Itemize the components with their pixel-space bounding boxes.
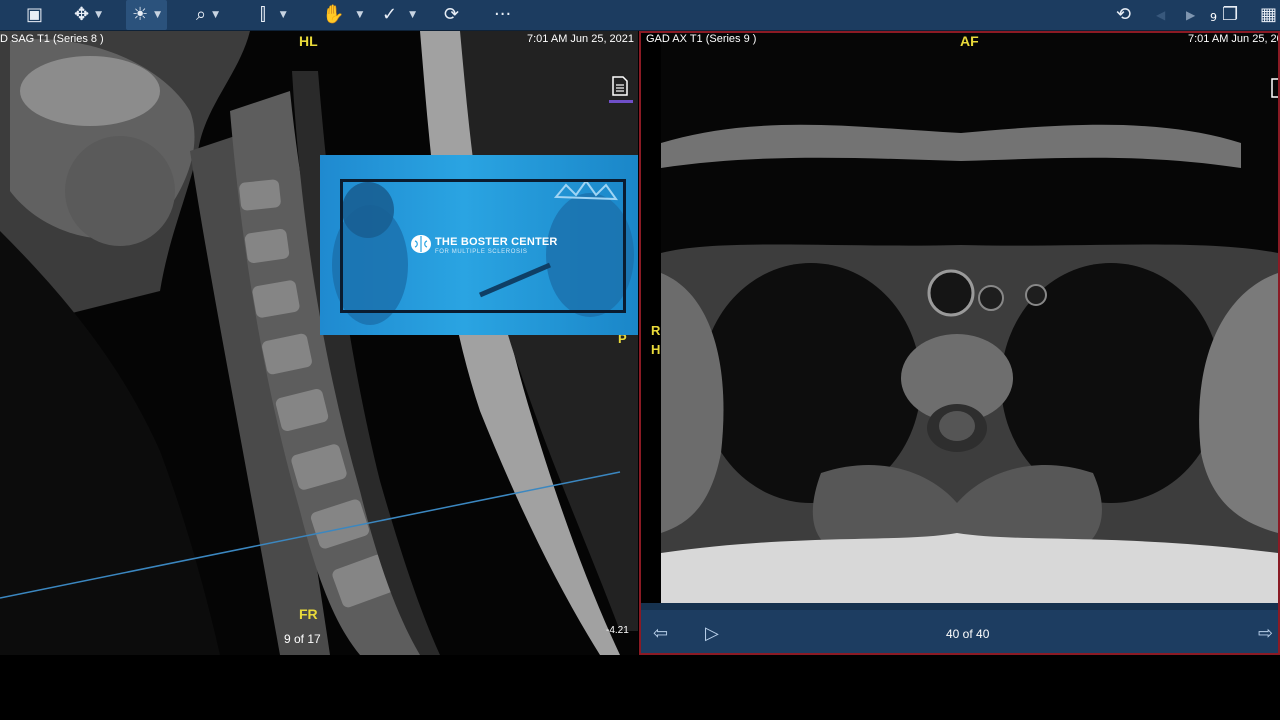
study-timestamp: 7:01 AM Jun 25, 20 — [1188, 33, 1280, 45]
link-sync-icon: ⟳ — [444, 4, 460, 25]
sponsor-subtitle: FOR MULTIPLE SCLEROSIS — [435, 249, 528, 255]
play-icon[interactable]: ▷ — [705, 623, 719, 644]
chevron-down-icon[interactable]: ▼ — [280, 10, 287, 20]
report-indicator-bar — [609, 100, 633, 103]
series-stack-tool-button[interactable]: ❐ — [1222, 0, 1238, 30]
slice-counter: 9 of 17 — [284, 632, 321, 646]
pan-arrows-icon: ✥ — [74, 4, 90, 25]
magnifier-icon: ⌕ — [196, 4, 207, 25]
arrow-left-icon[interactable]: ⇦ — [653, 623, 668, 644]
study-timestamp: 7:01 AM Jun 25, 2021 — [527, 33, 635, 45]
measure-tool-button[interactable]: ⫿ ▼ — [260, 0, 287, 30]
slice-counter: 40 of 40 — [946, 627, 990, 641]
series-label: D SAG T1 (Series 8 ) — [0, 33, 104, 45]
chevron-down-icon[interactable]: ▼ — [409, 10, 416, 20]
save-export-icon: ▣ — [26, 4, 44, 25]
check-tool-button[interactable]: ✓ ▼ — [382, 0, 416, 30]
report-document-icon[interactable] — [1271, 78, 1280, 98]
orientation-top: AF — [960, 33, 979, 49]
refresh-icon: ⟲ — [1116, 4, 1132, 25]
export-tool-button[interactable]: ▣ — [26, 0, 43, 30]
slice-navigation-bar: ⇦ ▷ 40 of 40 ⇨ — [641, 603, 1278, 653]
stack-icon: ❐ — [1222, 4, 1239, 25]
sync-tool-button[interactable]: ⟳ — [444, 0, 459, 30]
sponsor-brand: THE BOSTER CENTER — [435, 236, 558, 248]
orientation-top: HL — [299, 33, 318, 49]
series-count-badge: 9 — [1210, 11, 1217, 24]
chevron-down-icon[interactable]: ▼ — [356, 10, 363, 20]
pan-tool-button[interactable]: ✥ ▼ — [74, 0, 102, 30]
next-series-tool-button[interactable]: ▶ — [1186, 0, 1195, 30]
chevron-down-icon[interactable]: ▼ — [154, 10, 161, 20]
hand-icon: ✋ — [322, 4, 345, 25]
triangle-left-icon: ◀ — [1156, 8, 1166, 22]
arrow-right-icon[interactable]: ⇨ — [1258, 623, 1273, 644]
reset-tool-button[interactable]: ⟲ — [1116, 0, 1131, 30]
chevron-down-icon[interactable]: ▼ — [212, 10, 219, 20]
more-tool-button[interactable]: ··· — [494, 0, 511, 30]
zoom-tool-button[interactable]: ⌕ ▼ — [196, 0, 219, 30]
sponsor-overlay[interactable]: THE BOSTER CENTER FOR MULTIPLE SCLEROSIS — [320, 155, 638, 335]
orientation-bottom: FR — [299, 606, 318, 622]
window-level-tool-button[interactable]: ☀ ▼ — [126, 0, 168, 30]
slice-position: -4.21 — [606, 625, 629, 636]
sagittal-viewport[interactable]: D SAG T1 (Series 8 ) 7:01 AM Jun 25, 202… — [0, 31, 638, 655]
orientation-left-h: H — [651, 342, 661, 357]
series-label: GAD AX T1 (Series 9 ) — [646, 33, 757, 45]
ruler-icon: ⫿ — [260, 4, 266, 25]
report-document-icon[interactable] — [612, 76, 628, 96]
orientation-left-r: R — [651, 323, 661, 338]
prev-series-tool-button[interactable]: ◀ — [1156, 0, 1165, 30]
axial-mri-image[interactable] — [641, 33, 1278, 603]
chevron-down-icon[interactable]: ▼ — [95, 10, 102, 20]
grid-layout-icon: ▦ — [1260, 4, 1278, 25]
brightness-icon: ☀ — [132, 4, 149, 25]
sagittal-mri-image[interactable] — [0, 31, 638, 655]
checkmark-icon: ✓ — [382, 4, 398, 25]
triangle-right-icon: ▶ — [1186, 8, 1196, 22]
brain-logo-icon — [411, 235, 431, 253]
main-toolbar: ▣ ✥ ▼ ☀ ▼ ⌕ ▼ ⫿ ▼ ✋ ▼ ✓ ▼ ⟳ ··· ⟲ ◀ ▶ ❐ … — [0, 0, 1280, 31]
layout-tool-button[interactable]: ▦ — [1260, 0, 1277, 30]
annotate-tool-button[interactable]: ✋ ▼ — [322, 0, 363, 30]
more-dots-icon: ··· — [494, 4, 512, 25]
axial-viewport[interactable]: GAD AX T1 (Series 9 ) 7:01 AM Jun 25, 20… — [639, 31, 1280, 655]
navbar-strip — [641, 603, 1278, 610]
